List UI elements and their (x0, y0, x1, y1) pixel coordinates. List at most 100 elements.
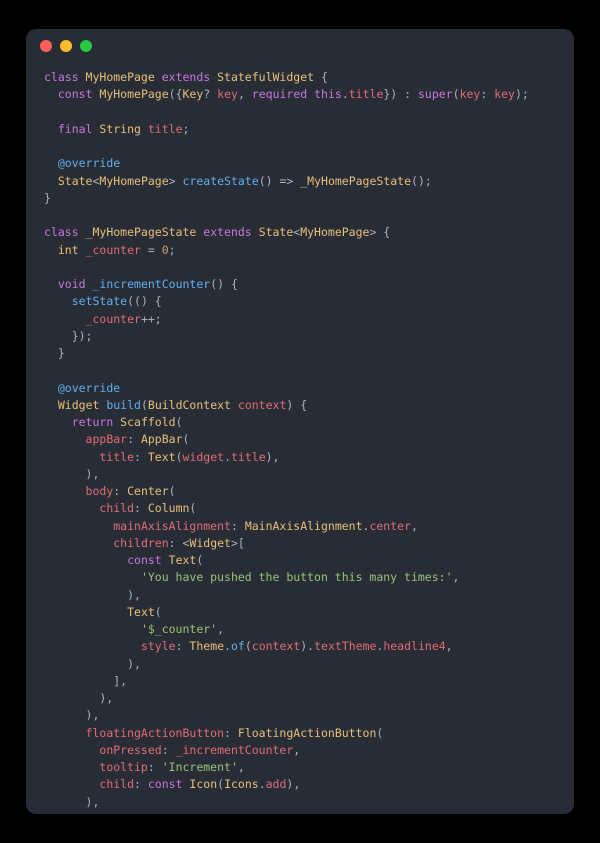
code-token: mainAxisAlignment (113, 519, 231, 533)
code-token: super (418, 87, 453, 101)
code-token: . (224, 450, 231, 464)
code-line: child: const Icon(Icons.add), (44, 776, 556, 793)
code-token: : (113, 484, 127, 498)
code-token: key (460, 87, 481, 101)
code-token: Theme (189, 639, 224, 653)
code-token: _MyHomePageState (86, 225, 204, 239)
code-token: center (369, 519, 411, 533)
code-line (44, 104, 556, 121)
code-token: title (99, 450, 134, 464)
code-token: ( (245, 639, 252, 653)
code-token: () { (210, 277, 238, 291)
code-token: { (321, 70, 328, 84)
code-line: setState(() { (44, 293, 556, 310)
code-token: >[ (231, 536, 245, 550)
code-token: ) { (286, 398, 307, 412)
code-token: extends (162, 70, 217, 84)
code-token: '$_counter' (141, 622, 217, 636)
maximize-icon[interactable] (80, 40, 92, 52)
code-token (44, 536, 113, 550)
code-token (44, 743, 99, 757)
code-token: : (148, 760, 162, 774)
code-editor[interactable]: class MyHomePage extends StatefulWidget … (26, 63, 574, 814)
code-line: tooltip: 'Increment', (44, 759, 556, 776)
code-token: @override (58, 381, 120, 395)
code-token: add (266, 777, 287, 791)
code-line: void _incrementCounter() { (44, 276, 556, 293)
code-line (44, 362, 556, 379)
code-token: MainAxisAlignment (245, 519, 363, 533)
code-token: onPressed (99, 743, 161, 757)
code-token (44, 243, 58, 257)
code-token (44, 639, 141, 653)
minimize-icon[interactable] (60, 40, 72, 52)
code-token: final (58, 122, 100, 136)
code-token: Text (127, 605, 155, 619)
code-line: ), (44, 690, 556, 707)
code-token: }); (44, 329, 92, 343)
code-token: MyHomePage (99, 87, 168, 101)
code-token: 'You have pushed the button this many ti… (141, 570, 453, 584)
code-token: ? (203, 87, 217, 101)
code-token: ), (44, 467, 99, 481)
code-token: Icons (224, 777, 259, 791)
code-token: title (148, 122, 183, 136)
code-token (44, 398, 58, 412)
code-token: (() { (127, 294, 162, 308)
code-token (44, 777, 99, 791)
code-token: ; (169, 243, 176, 257)
code-token: key (494, 87, 515, 101)
code-line: ); (44, 811, 556, 814)
code-token (44, 726, 86, 740)
code-line: ), (44, 794, 556, 811)
code-token: : (480, 87, 494, 101)
code-line: @override (44, 380, 556, 397)
code-token: ), (286, 777, 300, 791)
code-token (44, 415, 72, 429)
code-token: style (141, 639, 176, 653)
code-token (44, 122, 58, 136)
code-token: title (349, 87, 384, 101)
code-token: ( (176, 450, 183, 464)
close-icon[interactable] (40, 40, 52, 52)
code-token: class (44, 225, 86, 239)
code-token: child (99, 501, 134, 515)
code-token (44, 501, 99, 515)
code-token (44, 760, 99, 774)
code-token: headline4 (383, 639, 445, 653)
code-token: ++; (141, 312, 162, 326)
code-token: , (238, 760, 245, 774)
code-token: , (293, 743, 300, 757)
code-token: FloatingActionButton (238, 726, 376, 740)
code-token: 0 (162, 243, 169, 257)
code-token (44, 553, 127, 567)
code-token (44, 622, 141, 636)
code-token: const (58, 87, 100, 101)
code-token: Column (148, 501, 190, 515)
code-token: textTheme (314, 639, 376, 653)
code-line: ), (44, 587, 556, 604)
code-token: : (224, 726, 238, 740)
code-token: } (44, 346, 65, 360)
code-token: : (127, 432, 141, 446)
code-line (44, 259, 556, 276)
code-token: Scaffold (120, 415, 175, 429)
code-token: const (127, 553, 169, 567)
code-token (44, 484, 86, 498)
code-line: mainAxisAlignment: MainAxisAlignment.cen… (44, 518, 556, 535)
code-token: ), (44, 657, 141, 671)
code-token: Text (169, 553, 197, 567)
code-token: } (44, 191, 51, 205)
code-line: } (44, 345, 556, 362)
code-token: }) : (383, 87, 418, 101)
code-token: MyHomePage (99, 174, 168, 188)
code-token: Widget (189, 536, 231, 550)
code-line: ), (44, 707, 556, 724)
code-token: void (58, 277, 93, 291)
code-token: StatefulWidget (217, 70, 321, 84)
code-token: body (86, 484, 114, 498)
code-line: Text( (44, 604, 556, 621)
code-token: MyHomePage (300, 225, 369, 239)
code-token: State (259, 225, 294, 239)
code-token: . (224, 639, 231, 653)
